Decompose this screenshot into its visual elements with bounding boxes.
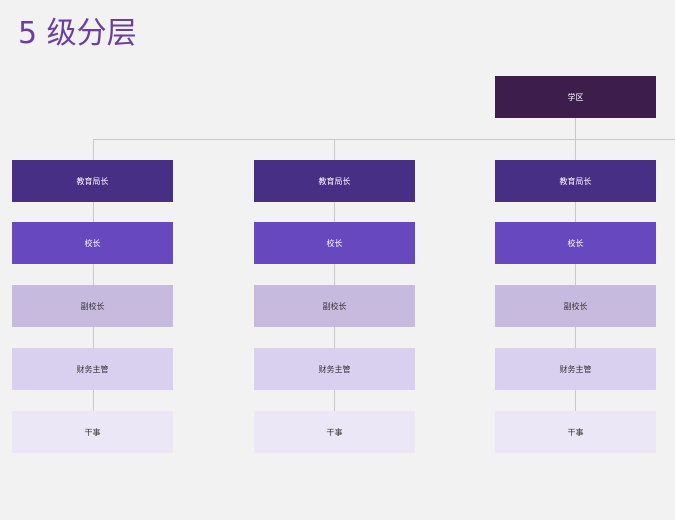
connector-root-down	[575, 118, 576, 139]
node-label: 财务主管	[76, 364, 109, 374]
connector-horizontal	[93, 139, 675, 140]
node-col3-level2[interactable]: 校长	[495, 222, 656, 264]
node-root[interactable]: 学区	[495, 76, 656, 118]
node-label: 干事	[326, 427, 343, 437]
node-col1-level1[interactable]: 教育局长	[12, 160, 173, 202]
node-col3-level4[interactable]: 财务主管	[495, 348, 656, 390]
node-col1-level5[interactable]: 干事	[12, 411, 173, 453]
node-col1-level4[interactable]: 财务主管	[12, 348, 173, 390]
node-label: 教育局长	[559, 176, 592, 186]
node-label: 副校长	[563, 301, 588, 311]
node-label: 财务主管	[559, 364, 592, 374]
node-col2-level5[interactable]: 干事	[254, 411, 415, 453]
node-label: 校长	[567, 238, 584, 248]
node-label: 教育局长	[318, 176, 351, 186]
node-root-label: 学区	[567, 92, 584, 102]
node-col2-level1[interactable]: 教育局长	[254, 160, 415, 202]
node-col3-level3[interactable]: 副校长	[495, 285, 656, 327]
node-label: 财务主管	[318, 364, 351, 374]
node-label: 干事	[84, 427, 101, 437]
node-label: 教育局长	[76, 176, 109, 186]
node-col2-level3[interactable]: 副校长	[254, 285, 415, 327]
node-col1-level2[interactable]: 校长	[12, 222, 173, 264]
node-label: 校长	[326, 238, 343, 248]
node-label: 副校长	[80, 301, 105, 311]
node-label: 副校长	[322, 301, 347, 311]
node-col2-level4[interactable]: 财务主管	[254, 348, 415, 390]
node-col3-level1[interactable]: 教育局长	[495, 160, 656, 202]
node-col1-level3[interactable]: 副校长	[12, 285, 173, 327]
node-col3-level5[interactable]: 干事	[495, 411, 656, 453]
node-label: 干事	[567, 427, 584, 437]
node-label: 校长	[84, 238, 101, 248]
node-col2-level2[interactable]: 校长	[254, 222, 415, 264]
page-title: 5 级分层	[18, 16, 137, 51]
